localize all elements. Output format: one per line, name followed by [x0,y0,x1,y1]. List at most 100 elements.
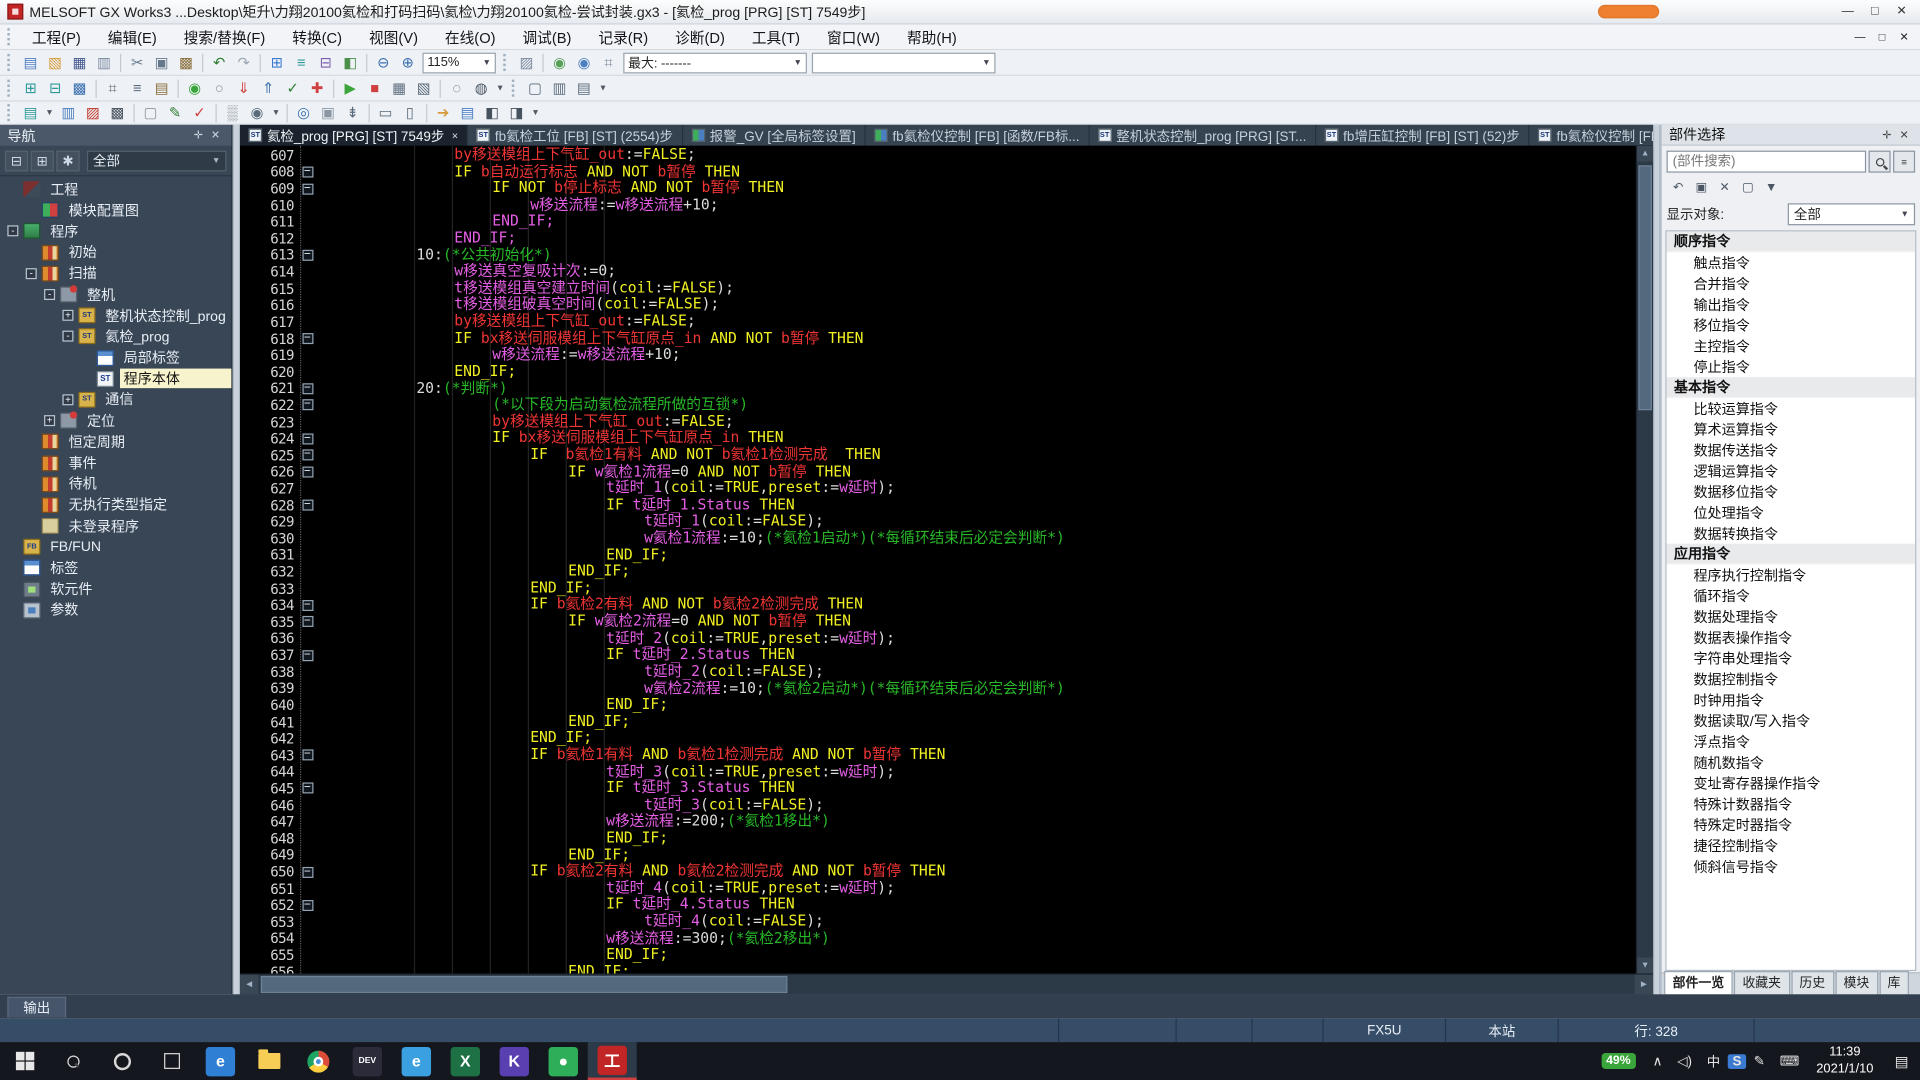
scroll-down-icon[interactable]: ▼ [1637,958,1653,974]
collapse-icon[interactable]: - [62,331,73,342]
instruction-item-停止指令[interactable]: 停止指令 [1667,356,1916,377]
device-display-icon[interactable]: ▤ [18,102,42,123]
menu-item-3[interactable]: 转换(C) [279,24,356,50]
code-line-638[interactable]: 638t延时_2(coil:=FALSE); [240,664,1636,681]
code-line-609[interactable]: 609−IF NOT b停止标志 AND NOT b暂停 THEN [240,180,1636,197]
find-icon[interactable]: ◌ [444,78,468,99]
zoom-combo[interactable]: 115%▼ [422,52,495,73]
menu-item-10[interactable]: 窗口(W) [813,24,893,50]
toolbar-overflow-icon[interactable]: ▼ [529,108,542,117]
fold-collapse-icon[interactable]: − [302,500,313,511]
check-parameter-icon[interactable]: ◉ [572,52,596,73]
start-button[interactable] [0,1042,49,1080]
fold-collapse-icon[interactable]: − [302,466,313,477]
fold-collapse-icon[interactable]: − [302,616,313,627]
tab-整机状态控制_prog [PRG] [ST...[interactable]: ST整机状态控制_prog [PRG] [ST... [1089,125,1316,146]
menu-item-8[interactable]: 诊断(D) [662,24,739,50]
soft-keyboard-icon[interactable]: ⌨ [1772,1053,1806,1069]
offline-icon[interactable]: ○ [207,78,231,99]
panel-tab-收藏夹[interactable]: 收藏夹 [1734,971,1790,994]
panel-tab-模块[interactable]: 模块 [1835,971,1878,994]
element-search-input[interactable] [1667,151,1867,173]
edit-comment-icon[interactable]: ▤ [149,78,173,99]
fold-collapse-icon[interactable]: − [302,450,313,461]
input-lang-zh-icon[interactable]: 中 [1699,1051,1727,1071]
expand-icon[interactable]: + [62,310,73,321]
taskbar-app-kingsoft[interactable]: K [490,1042,539,1080]
device-comment-display-icon[interactable]: ▥ [56,102,80,123]
collapse-icon[interactable]: - [26,268,37,279]
ghost-display-icon[interactable]: ▒ [220,102,244,123]
horizontal-scrollbar[interactable]: ◄ ► [240,973,1653,994]
dock-window-icon[interactable]: ▣ [316,102,340,123]
device-usage-list-icon[interactable]: ▯ [398,102,422,123]
maximize-icon[interactable]: □ [1861,2,1888,22]
panel-tab-库[interactable]: 库 [1879,971,1909,994]
toolbar-grip[interactable] [7,54,13,71]
panel-close-icon[interactable]: ✕ [1896,128,1913,141]
instruction-item-数据移位指令[interactable]: 数据移位指令 [1667,481,1916,502]
register-watch-icon[interactable]: ⌗ [596,52,620,73]
sogou-speed-badge[interactable]: 49% [1601,1053,1635,1069]
tree-item-氦检_prog[interactable]: -ST氦检_prog [0,326,231,347]
tree-item-无执行类型指定[interactable]: 无执行类型指定 [0,494,231,515]
taskbar-search-button[interactable] [49,1042,98,1080]
pin-icon[interactable]: ✛ [1878,128,1895,141]
scroll-left-icon[interactable]: ◄ [240,975,258,995]
fold-collapse-icon[interactable]: − [302,250,313,261]
window-tile-h-icon[interactable]: ▥ [547,78,571,99]
code-line-627[interactable]: 627t延时_1(coil:=TRUE,preset:=w延时); [240,480,1636,497]
taskbar-app-edge[interactable]: e [196,1042,245,1080]
convert-icon[interactable]: ⊞ [18,78,42,99]
menu-item-7[interactable]: 记录(R) [585,24,662,50]
code-line-647[interactable]: 647w移送流程:=200;(*氦检1移出*) [240,814,1636,831]
label-editor-icon[interactable]: ◧ [338,52,362,73]
rpanel-splitter[interactable] [1653,125,1660,994]
instruction-item-数据处理指令[interactable]: 数据处理指令 [1667,606,1916,627]
toolbar-grip[interactable] [512,80,518,97]
code-line-645[interactable]: 645−IF t延时_3.Status THEN [240,780,1636,797]
code-line-641[interactable]: 641END_IF; [240,714,1636,731]
write-to-plc-icon[interactable]: ⇓ [231,78,255,99]
instruction-item-浮点指令[interactable]: 浮点指令 [1667,731,1916,752]
instruction-item-触点指令[interactable]: 触点指令 [1667,252,1916,273]
verify-with-plc-icon[interactable]: ✓ [280,78,304,99]
fold-collapse-icon[interactable]: − [302,600,313,611]
tree-item-程序本体[interactable]: ST程序本体 [0,368,231,389]
code-line-616[interactable]: 616t移送模组破真空时间(coil:=FALSE); [240,297,1636,314]
menu-item-4[interactable]: 视图(V) [356,24,432,50]
save-project-icon[interactable]: ▦ [67,52,91,73]
handwriting-pen-icon[interactable]: ✎ [1746,1053,1772,1069]
open-project-icon[interactable]: ▧ [43,52,67,73]
tree-item-恒定周期[interactable]: 恒定周期 [0,431,231,452]
collapse-icon[interactable]: - [7,226,18,237]
code-line-635[interactable]: 635−IF w氦检2流程=0 AND NOT b暂停 THEN [240,614,1636,631]
ladder-editor-icon[interactable]: ⊞ [264,52,288,73]
code-line-631[interactable]: 631END_IF; [240,547,1636,564]
code-line-642[interactable]: 642END_IF; [240,730,1636,747]
instruction-item-循环指令[interactable]: 循环指令 [1667,585,1916,606]
code-line-621[interactable]: 621−20:(*判断*) [240,380,1636,397]
taskbar-app-gx-works3[interactable]: 工 [588,1042,637,1080]
tree-expand-icon[interactable]: ⊟ [5,150,28,171]
filter-icon[interactable]: ▼ [1760,178,1783,198]
instruction-item-变址寄存器操作指令[interactable]: 变址寄存器操作指令 [1667,773,1916,794]
instruction-item-特殊定时器指令[interactable]: 特殊定时器指令 [1667,814,1916,835]
child-restore-icon[interactable]: □ [1871,28,1893,45]
code-line-643[interactable]: 643−IF b氦检1有料 AND b氦检1检测完成 AND NOT b暂停 T… [240,747,1636,764]
menu-item-5[interactable]: 在线(O) [431,24,509,50]
ladder-symbol-close-icon[interactable]: ≡ [125,78,149,99]
convert-all-icon[interactable]: ⊟ [43,78,67,99]
tab-fb氦检仪控制 [FB] [S...[interactable]: STfb氦检仪控制 [FB] [S... [1530,125,1654,146]
code-line-644[interactable]: 644t延时_3(coil:=TRUE,preset:=w延时); [240,764,1636,781]
check-program-icon[interactable]: ◉ [547,52,571,73]
code-line-625[interactable]: 625−IF b氦检1有料 AND NOT b氦检1检测完成 THEN [240,447,1636,464]
find-instruction-icon[interactable]: ◨ [504,102,528,123]
code-line-628[interactable]: 628−IF t延时_1.Status THEN [240,497,1636,514]
watch-window-2-icon[interactable]: ▧ [411,78,435,99]
rebuild-all-icon[interactable]: ▩ [67,78,91,99]
code-line-624[interactable]: 624−IF bx移送伺服模组上下气缸原点_in THEN [240,430,1636,447]
code-line-623[interactable]: 623by移送模组上下气缸_out:=FALSE; [240,414,1636,431]
instruction-category-顺序指令[interactable]: 顺序指令 [1667,231,1916,252]
code-line-620[interactable]: 620END_IF; [240,364,1636,381]
